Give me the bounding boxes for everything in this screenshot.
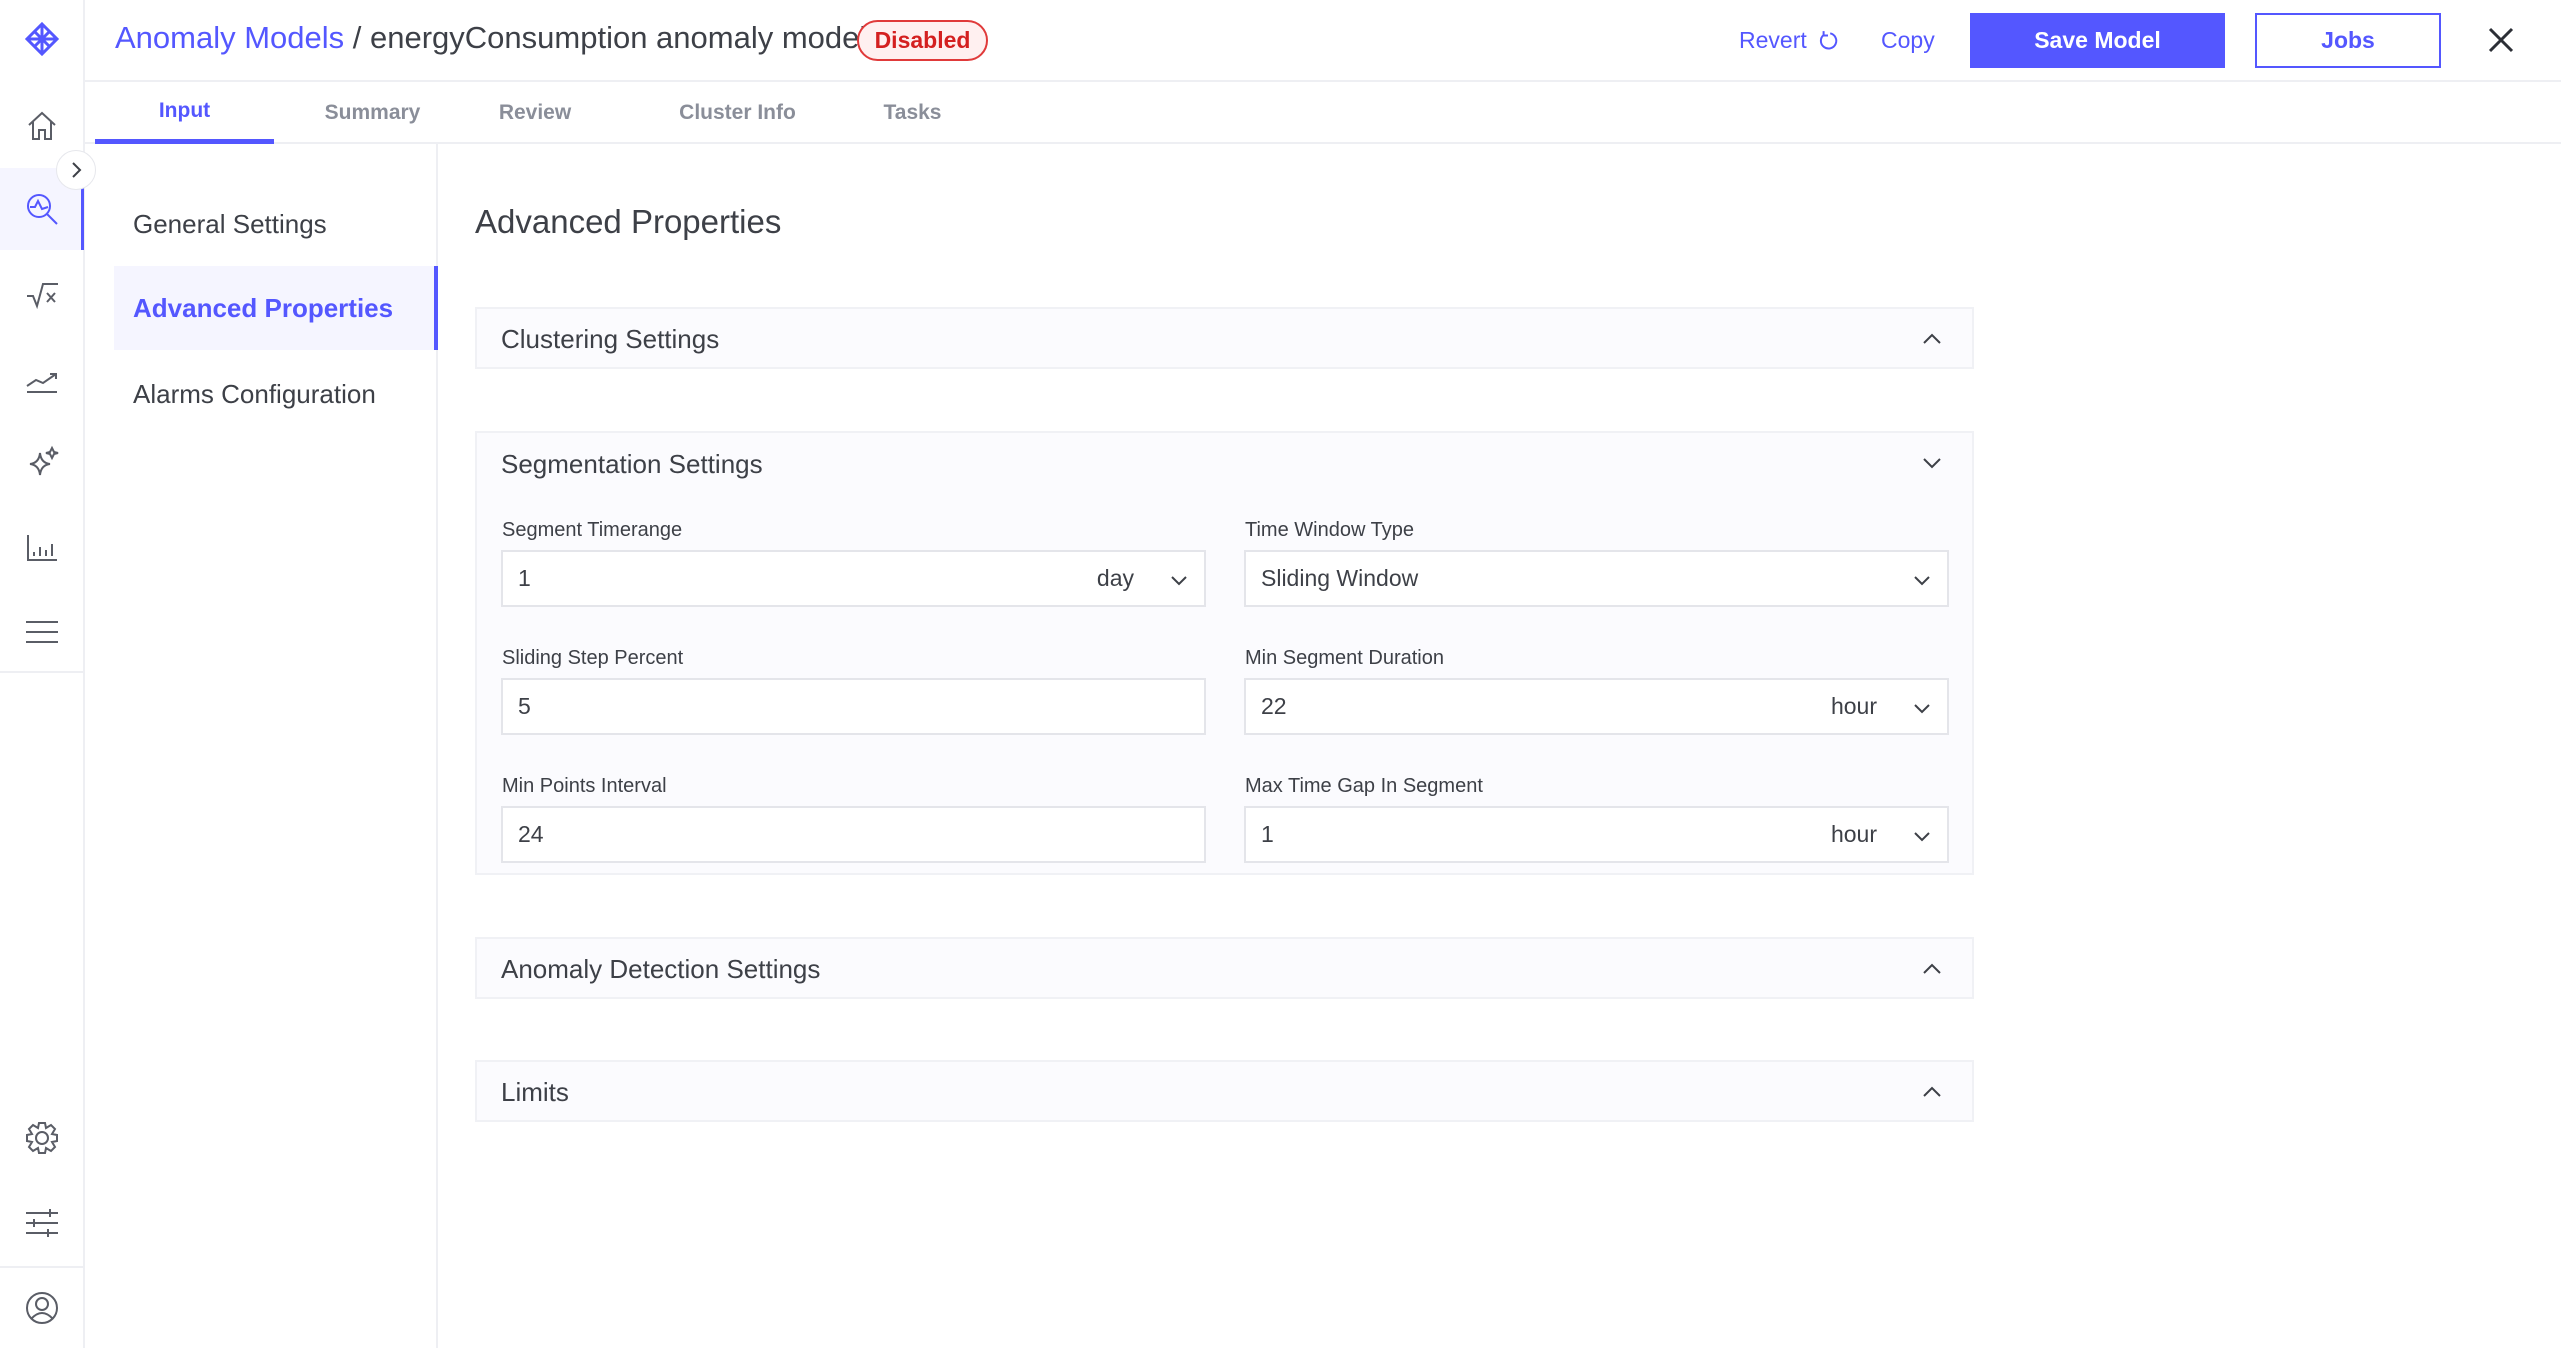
segment-timerange-value: 1 xyxy=(518,565,531,591)
segmentation-settings-panel: Segmentation Settings Segment Timerange … xyxy=(475,431,1974,875)
user-profile-icon[interactable] xyxy=(22,1288,62,1328)
chevron-right-icon xyxy=(72,162,82,178)
menu-icon[interactable] xyxy=(22,612,62,652)
max-time-gap-unit-select[interactable]: hour xyxy=(1831,821,1877,848)
revert-icon xyxy=(1819,30,1837,50)
time-window-type-value: Sliding Window xyxy=(1261,565,1419,591)
max-time-gap-label: Max Time Gap In Segment xyxy=(1245,775,1483,797)
breadcrumb: Anomaly Models / energyConsumption anoma… xyxy=(115,20,866,56)
sparkle-icon[interactable] xyxy=(22,442,62,482)
section-nav: General Settings Advanced Properties Ala… xyxy=(85,144,438,1348)
chevron-up-icon[interactable] xyxy=(1920,957,1944,981)
save-model-button[interactable]: Save Model xyxy=(1970,13,2225,68)
sliding-step-percent-input[interactable]: 5 xyxy=(501,678,1206,735)
left-rail xyxy=(0,0,85,1348)
panel-title: Limits xyxy=(501,1076,569,1107)
chevron-down-icon[interactable] xyxy=(1168,569,1190,591)
close-icon xyxy=(2488,27,2514,53)
tab-tasks[interactable]: Tasks xyxy=(850,82,975,144)
time-window-type-select[interactable]: Sliding Window xyxy=(1244,550,1949,607)
min-points-interval-input[interactable]: 24 xyxy=(501,806,1206,863)
chevron-down-icon[interactable] xyxy=(1911,825,1933,847)
section-alarms-configuration[interactable]: Alarms Configuration xyxy=(114,352,438,436)
sliding-step-percent-label: Sliding Step Percent xyxy=(502,647,684,669)
anomaly-search-icon[interactable] xyxy=(22,189,62,229)
chevron-down-icon[interactable] xyxy=(1920,451,1944,475)
max-time-gap-input[interactable]: 1 hour xyxy=(1244,806,1949,863)
close-button[interactable] xyxy=(2487,26,2515,54)
status-badge: Disabled xyxy=(857,20,988,61)
segment-timerange-input[interactable]: 1 day xyxy=(501,550,1206,607)
tab-cluster-info[interactable]: Cluster Info xyxy=(650,82,825,144)
breadcrumb-anomaly-models-link[interactable]: Anomaly Models xyxy=(115,20,344,55)
jobs-button[interactable]: Jobs xyxy=(2255,13,2441,68)
segment-timerange-unit-select[interactable]: day xyxy=(1097,565,1134,592)
segment-timerange-label: Segment Timerange xyxy=(502,519,683,541)
page-title: Advanced Properties xyxy=(475,203,782,240)
panel-title: Clustering Settings xyxy=(501,323,720,354)
tab-bar: Input Summary Review Cluster Info Tasks xyxy=(85,82,2561,144)
min-segment-duration-input[interactable]: 22 hour xyxy=(1244,678,1949,735)
home-icon[interactable] xyxy=(22,106,62,146)
revert-label: Revert xyxy=(1739,27,1807,53)
copy-button[interactable]: Copy xyxy=(1881,13,1935,68)
panel-title: Anomaly Detection Settings xyxy=(501,953,821,984)
min-segment-duration-value: 22 xyxy=(1261,693,1287,719)
chevron-up-icon[interactable] xyxy=(1920,327,1944,351)
tab-input[interactable]: Input xyxy=(95,82,274,144)
time-window-type-label: Time Window Type xyxy=(1245,519,1414,541)
header: Anomaly Models / energyConsumption anoma… xyxy=(85,0,2561,82)
logo-icon[interactable] xyxy=(22,19,62,59)
sliding-step-percent-value: 5 xyxy=(518,693,531,719)
breadcrumb-model-name: energyConsumption anomaly model xyxy=(370,20,867,55)
breadcrumb-separator: / xyxy=(344,20,370,55)
rail-divider xyxy=(0,671,84,673)
section-general-settings[interactable]: General Settings xyxy=(114,182,438,266)
section-advanced-properties[interactable]: Advanced Properties xyxy=(114,266,438,350)
min-segment-duration-label: Min Segment Duration xyxy=(1245,647,1444,669)
rail-divider xyxy=(0,1266,84,1268)
tab-review[interactable]: Review xyxy=(470,82,600,144)
bar-chart-icon[interactable] xyxy=(22,527,62,567)
min-segment-duration-unit-select[interactable]: hour xyxy=(1831,693,1877,720)
revert-button[interactable]: Revert xyxy=(1739,13,1839,68)
chevron-down-icon[interactable] xyxy=(1911,697,1933,719)
limits-panel[interactable]: Limits xyxy=(475,1060,1974,1122)
clustering-settings-panel[interactable]: Clustering Settings xyxy=(475,307,1974,369)
chevron-down-icon[interactable] xyxy=(1911,569,1933,591)
sliders-icon[interactable] xyxy=(22,1203,62,1243)
tab-summary[interactable]: Summary xyxy=(295,82,450,144)
formula-icon[interactable] xyxy=(22,274,62,314)
min-points-interval-label: Min Points Interval xyxy=(502,775,667,797)
settings-gear-icon[interactable] xyxy=(22,1118,62,1158)
anomaly-detection-settings-panel[interactable]: Anomaly Detection Settings xyxy=(475,937,1974,999)
panel-title[interactable]: Segmentation Settings xyxy=(501,433,763,495)
max-time-gap-value: 1 xyxy=(1261,821,1274,847)
trend-chart-icon[interactable] xyxy=(22,359,62,399)
chevron-up-icon[interactable] xyxy=(1920,1080,1944,1104)
min-points-interval-value: 24 xyxy=(518,821,544,847)
